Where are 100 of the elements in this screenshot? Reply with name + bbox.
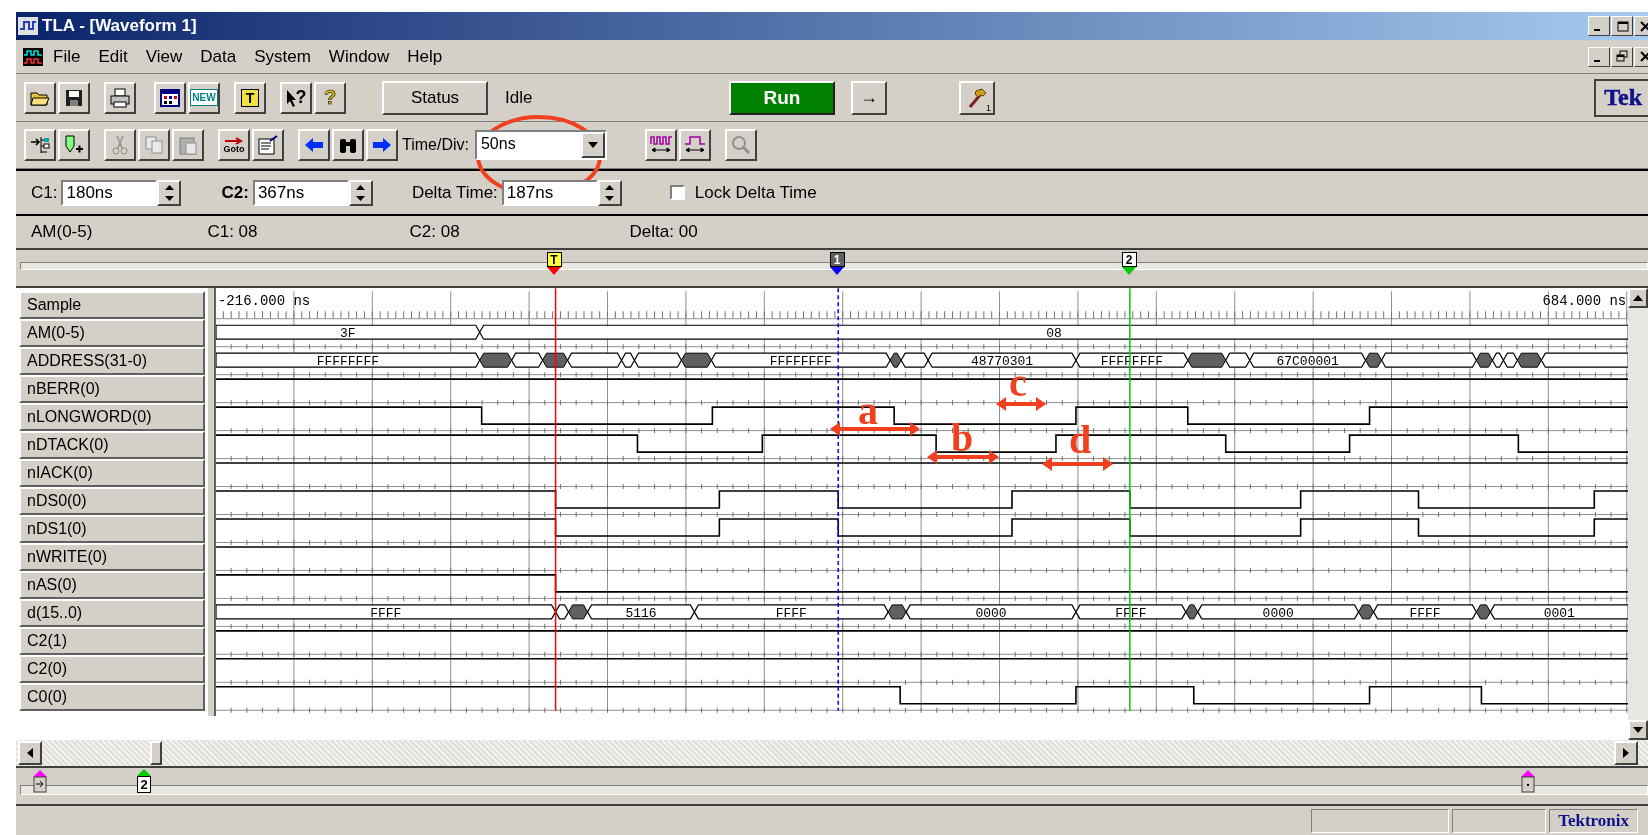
restore-button[interactable] [1611, 46, 1633, 67]
c1-label: C1: [31, 182, 58, 203]
goto-button[interactable]: Goto [218, 129, 250, 161]
hammer-button[interactable]: 1 [959, 80, 995, 115]
close-icon [1637, 19, 1648, 33]
bus-segment [510, 352, 544, 368]
probe-button[interactable] [58, 129, 90, 161]
scroll-thumb[interactable] [150, 741, 162, 765]
zoom-button[interactable] [724, 129, 757, 161]
cursor-line[interactable] [837, 288, 839, 712]
signal-label[interactable]: C0(0) [19, 683, 205, 711]
scroll-down-button[interactable] [1628, 720, 1648, 740]
menu-item[interactable]: Edit [89, 44, 137, 69]
cursor-flag[interactable]: T [546, 252, 562, 267]
signal-label[interactable]: AM(0-5) [19, 319, 205, 347]
minimize-button[interactable] [1588, 46, 1610, 67]
bus-value: 3F [339, 326, 356, 342]
properties-button[interactable] [252, 129, 284, 161]
lock-checkbox[interactable] [669, 185, 685, 200]
delta-time-field[interactable]: 187ns [501, 179, 598, 206]
new-window-button[interactable]: NEW [188, 81, 220, 114]
scroll-up-button[interactable] [1628, 288, 1648, 308]
c2-spinner[interactable] [348, 179, 373, 206]
print-button[interactable] [104, 81, 136, 114]
overview-marker-icon[interactable] [1520, 769, 1536, 793]
menu-item[interactable]: System [245, 44, 320, 69]
tree-button[interactable] [24, 129, 56, 161]
signal-label[interactable]: nLONGWORD(0) [19, 403, 205, 431]
cursor-line[interactable] [554, 288, 557, 712]
signal-label[interactable]: ADDRESS(31-0) [19, 347, 205, 375]
minimize-button[interactable] [1588, 16, 1610, 36]
down-arrow-icon [605, 195, 615, 201]
caret-icon [587, 142, 598, 148]
run-button[interactable]: Run [729, 80, 835, 115]
menu-item[interactable]: Data [191, 44, 246, 69]
overview-marker[interactable]: 2 [137, 776, 151, 793]
up-arrow-icon [605, 184, 615, 190]
hammer-icon [966, 86, 988, 109]
bus-value: 5116 [625, 605, 657, 621]
c1-field[interactable]: 180ns [61, 179, 158, 206]
delta-time-label: Delta Time: [411, 182, 498, 203]
pulse-train-icon [649, 134, 672, 156]
time-div-dropdown[interactable]: 50ns [474, 130, 607, 160]
window-button[interactable] [154, 81, 186, 114]
unknown-segment [478, 352, 512, 368]
signal-label[interactable]: C2(1) [19, 627, 205, 655]
save-button[interactable] [58, 81, 90, 114]
readout-text: C2: 08 [409, 222, 460, 242]
cursor-flag[interactable]: 1 [829, 252, 845, 267]
double-arrow [1042, 457, 1113, 471]
pulse-icon [683, 134, 706, 156]
bus-value: 0000 [975, 605, 1007, 621]
signal-label[interactable]: d(15..0) [19, 599, 205, 627]
pulse-button[interactable] [678, 129, 711, 161]
signal-label[interactable]: nBERR(0) [19, 375, 205, 403]
cursor-flag[interactable]: 2 [1121, 252, 1137, 267]
signal-label[interactable]: nIACK(0) [19, 459, 205, 487]
clipboard-icon [177, 134, 199, 156]
bus-segment [1491, 352, 1504, 368]
paste-button[interactable] [172, 129, 204, 161]
restore-icon [1614, 50, 1630, 63]
overview-pointer-icon [137, 769, 151, 776]
overview-marker-icon[interactable] [32, 769, 48, 793]
menu-item[interactable]: File [44, 44, 90, 69]
arrow-button[interactable]: → [851, 80, 887, 115]
trigger-button[interactable]: T [234, 81, 266, 114]
pulse-train-button[interactable] [644, 129, 677, 161]
signal-label[interactable]: Sample [19, 291, 205, 319]
find-button[interactable] [332, 129, 364, 161]
double-arrow [996, 397, 1046, 411]
menu-item[interactable]: Help [398, 44, 452, 69]
readout-text: Delta: 00 [629, 222, 698, 242]
unknown-segment [1475, 352, 1493, 368]
previous-button[interactable] [298, 129, 330, 161]
delta-time-spinner[interactable] [597, 179, 622, 206]
signal-label[interactable]: nDS0(0) [19, 487, 205, 515]
cut-button[interactable] [104, 129, 136, 161]
status-button[interactable]: Status [382, 80, 488, 115]
cursor-track[interactable] [20, 262, 1648, 270]
bus-value: FFFFFFFF [316, 354, 379, 370]
menu-item[interactable]: Window [319, 44, 399, 69]
menu-item[interactable]: View [136, 44, 192, 69]
next-button[interactable] [366, 129, 398, 161]
printer-icon [109, 86, 131, 109]
maximize-button[interactable] [1611, 16, 1633, 36]
c1-spinner[interactable] [157, 179, 182, 206]
splitter-bar[interactable] [206, 288, 216, 716]
copy-button[interactable] [138, 129, 170, 161]
signal-label[interactable]: nWRITE(0) [19, 543, 205, 571]
c2-field[interactable]: 367ns [252, 179, 349, 206]
scroll-right-button[interactable] [1614, 741, 1638, 765]
scroll-left-button[interactable] [18, 741, 42, 765]
context-help-button[interactable]: ? [280, 81, 312, 114]
open-button[interactable] [24, 81, 56, 114]
signal-label[interactable]: nAS(0) [19, 571, 205, 599]
unknown-segment [680, 352, 712, 368]
signal-label[interactable]: nDS1(0) [19, 515, 205, 543]
tek-logo: Tek [1594, 78, 1648, 117]
signal-label[interactable]: C2(0) [19, 655, 205, 683]
signal-label[interactable]: nDTACK(0) [19, 431, 205, 459]
